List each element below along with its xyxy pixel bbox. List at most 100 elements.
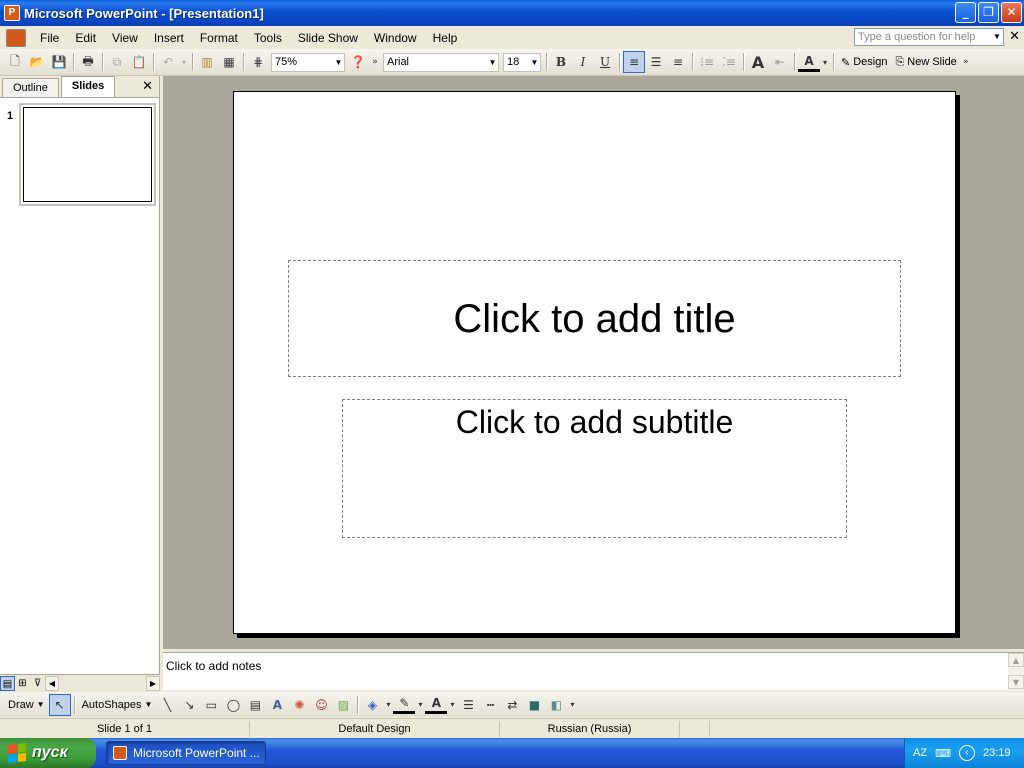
bold-button[interactable]: B: [550, 51, 572, 73]
notes-pane[interactable]: Click to add notes ▲ ▼: [163, 652, 1024, 691]
help-icon[interactable]: ❓: [347, 51, 369, 73]
toolbar-options-icon[interactable]: ▾: [567, 694, 577, 716]
slide-show-view-icon[interactable]: ⊽: [30, 676, 45, 691]
menu-view[interactable]: View: [104, 28, 146, 48]
tab-slides[interactable]: Slides: [60, 76, 116, 97]
font-color-icon[interactable]: A: [798, 53, 820, 72]
pane-close-icon[interactable]: ✕: [142, 79, 153, 94]
copy-icon[interactable]: ⧉: [106, 51, 128, 73]
rectangle-icon[interactable]: ▭: [200, 694, 222, 716]
insert-picture-icon[interactable]: ▨: [332, 694, 354, 716]
menu-format[interactable]: Format: [192, 28, 246, 48]
line-color-icon[interactable]: ✎: [393, 695, 416, 714]
taskbar-powerpoint-button[interactable]: Microsoft PowerPoint ...: [106, 741, 266, 765]
help-search-input[interactable]: Type a question for help ▼: [854, 28, 1004, 46]
font-color-dropdown-icon[interactable]: ▾: [447, 694, 457, 716]
powerpoint-app-icon[interactable]: P: [4, 5, 20, 21]
bullets-icon[interactable]: ⁚≡: [718, 51, 740, 73]
increase-font-size-icon[interactable]: A: [747, 51, 769, 73]
save-icon[interactable]: 💾: [48, 51, 70, 73]
title-placeholder[interactable]: Click to add title: [288, 260, 901, 377]
font-color-dropdown-icon[interactable]: ▾: [820, 51, 830, 73]
notes-placeholder[interactable]: Click to add notes: [166, 659, 261, 673]
print-icon[interactable]: 🖶: [77, 51, 99, 73]
minimize-button[interactable]: _: [955, 2, 976, 23]
restore-button[interactable]: ❐: [978, 2, 999, 23]
notes-scrollbar[interactable]: ▲ ▼: [1008, 653, 1024, 691]
align-center-icon[interactable]: ☰: [645, 51, 667, 73]
toolbar-options-icon[interactable]: »: [369, 51, 381, 73]
clip-art-icon[interactable]: ☺: [310, 694, 332, 716]
arrow-style-icon[interactable]: ⇄: [501, 694, 523, 716]
keyboard-icon[interactable]: ⌨: [935, 747, 951, 760]
chevron-down-icon[interactable]: ▼: [487, 54, 498, 71]
undo-icon[interactable]: ↶: [157, 51, 179, 73]
new-icon[interactable]: 🗋: [4, 51, 26, 73]
clock[interactable]: 23:19: [983, 747, 1011, 759]
close-button[interactable]: ✕: [1001, 2, 1022, 23]
chevron-down-icon[interactable]: ▼: [333, 54, 344, 71]
text-box-icon[interactable]: ▤: [244, 694, 266, 716]
grid-icon[interactable]: ⋕: [247, 51, 269, 73]
title-bar[interactable]: P Microsoft PowerPoint - [Presentation1]…: [0, 0, 1024, 26]
fill-color-dropdown-icon[interactable]: ▾: [383, 694, 393, 716]
scroll-track[interactable]: [1008, 667, 1024, 675]
chevron-down-icon[interactable]: ▼: [991, 29, 1003, 45]
start-button[interactable]: пуск: [0, 738, 96, 768]
slide-canvas[interactable]: Click to add title Click to add subtitle: [233, 91, 956, 634]
document-icon[interactable]: [6, 28, 26, 47]
new-slide-button[interactable]: ⎘ New Slide: [891, 51, 960, 73]
scroll-right-icon[interactable]: ▶: [146, 675, 160, 691]
autoshapes-menu-button[interactable]: AutoShapes ▼: [78, 694, 157, 716]
menu-tools[interactable]: Tools: [246, 28, 290, 48]
document-close-icon[interactable]: ✕: [1009, 29, 1020, 44]
normal-view-icon[interactable]: ▤: [0, 675, 15, 691]
menu-insert[interactable]: Insert: [146, 28, 192, 48]
font-color-icon[interactable]: A: [425, 695, 448, 714]
undo-dropdown-icon[interactable]: ▾: [179, 51, 189, 73]
menu-slide-show[interactable]: Slide Show: [290, 28, 366, 48]
shadow-style-icon[interactable]: ■: [523, 694, 545, 716]
numbering-icon[interactable]: ⁝≡: [696, 51, 718, 73]
tab-outline[interactable]: Outline: [2, 78, 59, 97]
zoom-select[interactable]: 75% ▼: [271, 52, 345, 72]
scroll-left-icon[interactable]: ◀: [45, 675, 59, 691]
oval-icon[interactable]: ◯: [222, 694, 244, 716]
arrow-icon[interactable]: ↘: [178, 694, 200, 716]
paste-icon[interactable]: 📋: [128, 51, 150, 73]
line-color-dropdown-icon[interactable]: ▾: [415, 694, 425, 716]
italic-button[interactable]: I: [572, 51, 594, 73]
font-size-select[interactable]: 18 ▼: [503, 52, 541, 72]
line-style-icon[interactable]: ☰: [457, 694, 479, 716]
slide-thumbnail[interactable]: [19, 103, 156, 206]
show-hidden-icons-icon[interactable]: ‹: [958, 745, 975, 761]
underline-button[interactable]: U: [594, 51, 616, 73]
wordart-icon[interactable]: A: [266, 694, 288, 716]
dash-style-icon[interactable]: ┅: [479, 694, 501, 716]
3d-style-icon[interactable]: ◧: [545, 694, 567, 716]
slide-sorter-view-icon[interactable]: ⊞: [15, 676, 30, 691]
select-objects-icon[interactable]: ↖: [48, 693, 71, 716]
menu-window[interactable]: Window: [366, 28, 425, 48]
insert-chart-icon[interactable]: ▥: [196, 51, 218, 73]
align-left-icon[interactable]: ≡: [623, 51, 645, 73]
language-indicator[interactable]: AZ: [913, 747, 927, 759]
insert-table-icon[interactable]: ▦: [218, 51, 240, 73]
fill-color-icon[interactable]: ◈: [361, 694, 383, 716]
font-select[interactable]: Arial ▼: [383, 52, 499, 72]
decrease-indent-icon[interactable]: ⇤: [769, 51, 791, 73]
menu-file[interactable]: File: [32, 28, 67, 48]
scroll-up-icon[interactable]: ▲: [1008, 653, 1024, 667]
align-right-icon[interactable]: ≡: [667, 51, 689, 73]
diagram-icon[interactable]: ✺: [288, 694, 310, 716]
subtitle-placeholder[interactable]: Click to add subtitle: [342, 399, 847, 538]
menu-edit[interactable]: Edit: [67, 28, 104, 48]
toolbar-options-icon[interactable]: »: [961, 51, 971, 73]
design-button[interactable]: ✎ Design: [837, 51, 891, 73]
chevron-down-icon[interactable]: ▼: [529, 54, 540, 71]
draw-menu-button[interactable]: Draw ▼: [4, 694, 49, 716]
scroll-down-icon[interactable]: ▼: [1008, 675, 1024, 689]
menu-help[interactable]: Help: [425, 28, 466, 48]
line-icon[interactable]: ╲: [156, 694, 178, 716]
open-icon[interactable]: 📂: [26, 51, 48, 73]
